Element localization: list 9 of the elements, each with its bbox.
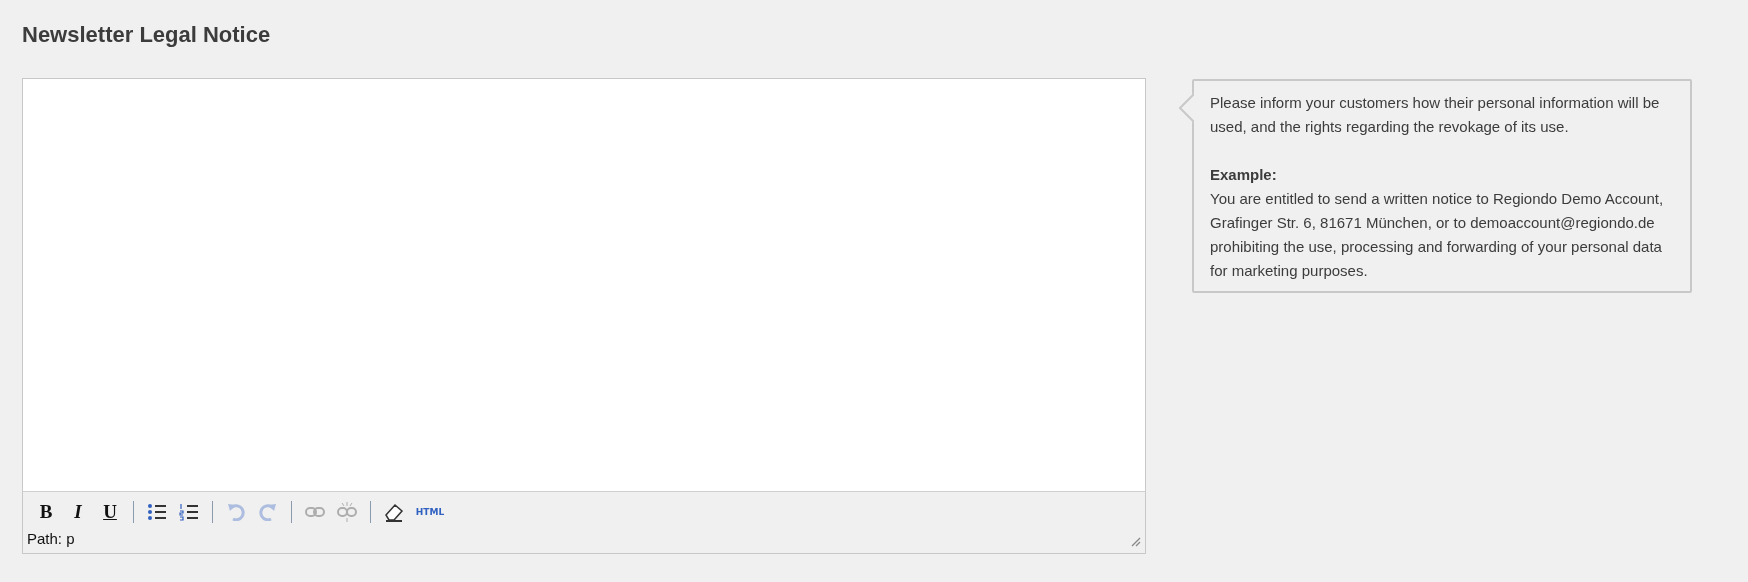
example-heading: Example: xyxy=(1210,165,1278,185)
element-path: Path: p xyxy=(27,530,75,547)
page-title: Newsletter Legal Notice xyxy=(22,22,272,48)
underline-button[interactable]: U xyxy=(97,500,123,524)
html-button[interactable]: HTML xyxy=(413,500,447,524)
example-text: You are entitled to send a written notice to Regiondo Demo Account, Grafinger Str. 6, 81671 München, or to demoaccount@regiondo.de prohibiting the use, processing and forwarding of your personal data for marketing purposes. xyxy=(1210,189,1665,281)
bold-button[interactable]: B xyxy=(33,500,59,524)
italic-button[interactable]: I xyxy=(65,500,91,524)
help-text: Please inform your customers how their personal information will be used, and the rights regarding the revokage of its use. xyxy=(1210,93,1661,137)
